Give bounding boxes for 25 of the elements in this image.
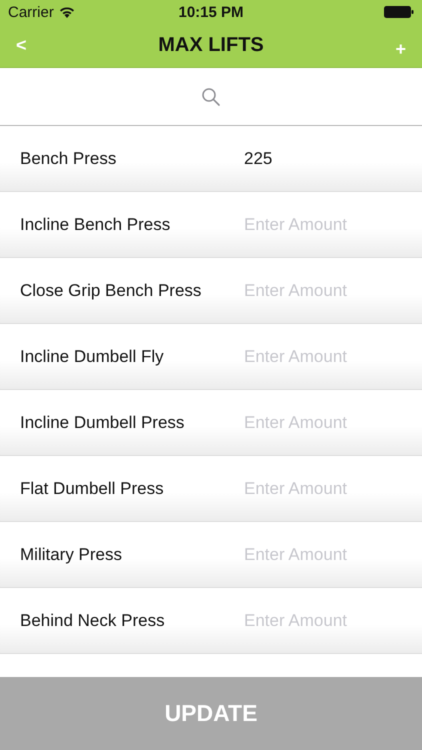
lift-name: Incline Bench Press — [20, 214, 172, 234]
amount-field[interactable]: Enter Amount — [244, 346, 394, 366]
page-title: MAX LIFTS — [158, 34, 264, 57]
battery-icon — [384, 6, 414, 18]
lift-name: Close Grip Bench Press — [20, 280, 202, 300]
lift-name: Flat Dumbell Press — [20, 478, 165, 498]
wifi-icon — [58, 6, 75, 18]
amount-field[interactable]: Enter Amount — [244, 544, 394, 564]
amount-field[interactable]: Enter Amount — [244, 214, 394, 234]
lift-name: Bench Press — [20, 148, 118, 168]
lift-name: Behind Neck Press — [20, 610, 166, 630]
amount-field[interactable]: Enter Amount — [244, 412, 394, 432]
amount-field[interactable]: 225 — [244, 148, 394, 168]
update-button[interactable]: UPDATE — [0, 677, 422, 750]
amount-field[interactable]: Enter Amount — [244, 610, 394, 630]
lift-name: Incline Dumbell Press — [20, 412, 186, 432]
amount-field[interactable]: Enter Amount — [244, 478, 394, 498]
lift-name: Military Press — [20, 544, 124, 564]
add-button[interactable]: + — [391, 39, 410, 60]
search-icon — [201, 86, 221, 106]
amount-field[interactable]: Enter Amount — [244, 280, 394, 300]
back-button[interactable]: < — [12, 35, 31, 56]
status-time: 10:15 PM — [178, 4, 244, 20]
carrier-label: Carrier — [8, 4, 54, 20]
lift-name: Incline Dumbell Fly — [20, 346, 165, 366]
